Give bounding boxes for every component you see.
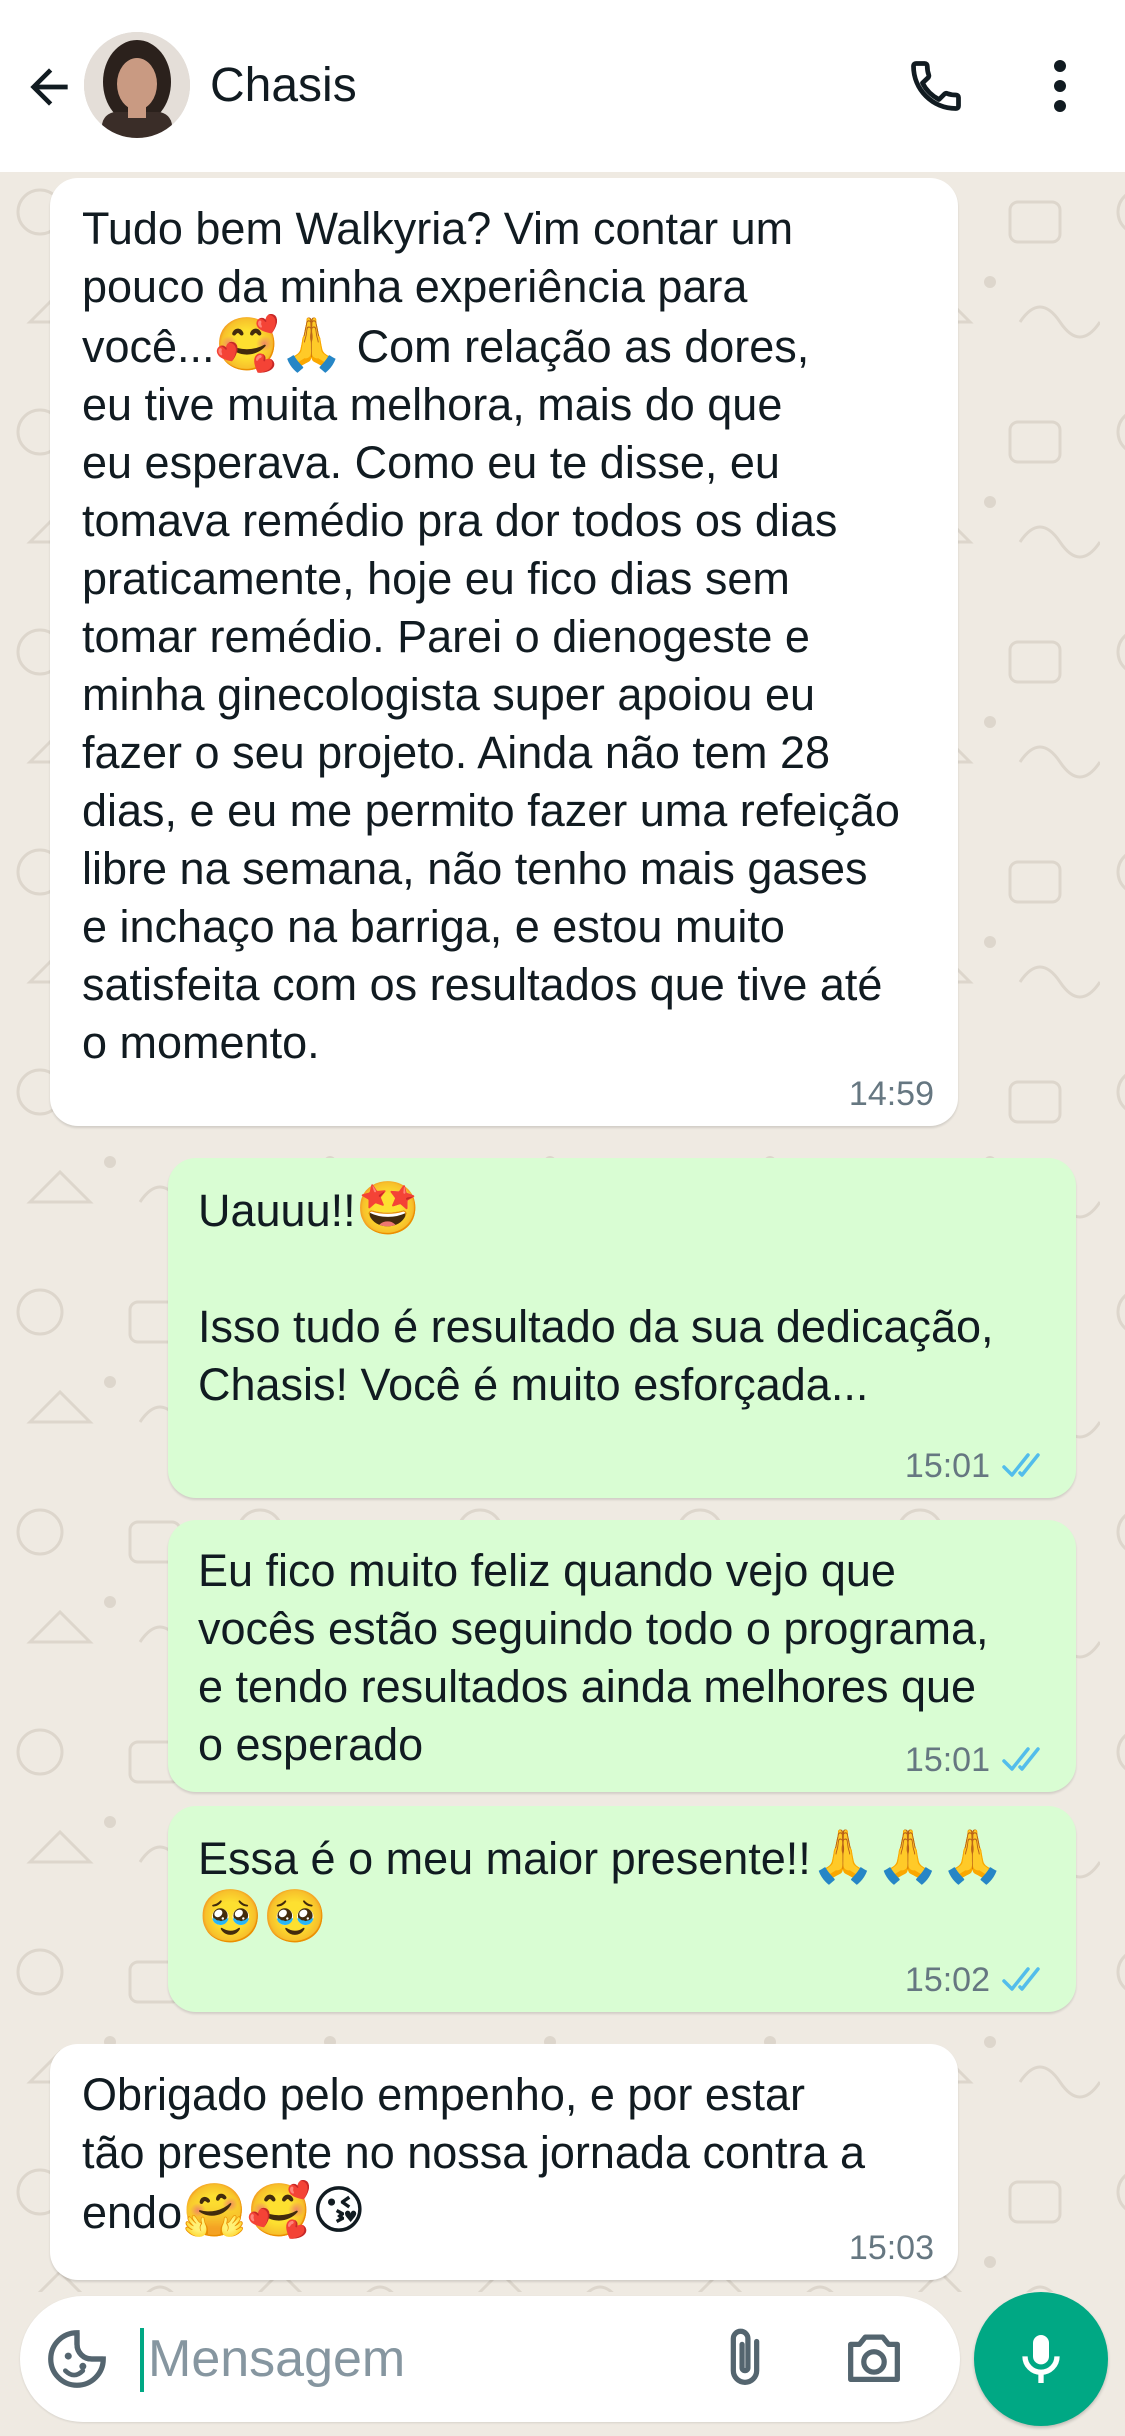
avatar[interactable] — [84, 32, 190, 138]
back-button[interactable] — [14, 52, 84, 122]
double-check-read-icon — [1002, 1745, 1052, 1775]
camera-button[interactable] — [834, 2324, 914, 2394]
double-check-read-icon — [1002, 1965, 1052, 1995]
message-time: 15:03 — [848, 2229, 934, 2267]
message-outgoing[interactable]: Eu fico muito feliz quando vejo que você… — [168, 1520, 1076, 1792]
paperclip-icon — [730, 2328, 760, 2385]
double-check-read-icon — [1002, 1451, 1052, 1481]
voice-record-button[interactable] — [974, 2292, 1108, 2426]
message-list[interactable]: Tudo bem Walkyria? Vim contar um pouco d… — [0, 172, 1125, 2292]
message-time: 15:01 — [904, 1447, 990, 1485]
message-meta: 15:01 — [905, 1446, 1052, 1486]
message-text: Uauuu!!🤩 Isso tudo é resultado da sua de… — [198, 1179, 994, 1410]
emoji: 🤩 — [355, 1179, 421, 1239]
sticker-button[interactable] — [42, 2324, 112, 2394]
message-time: 15:02 — [904, 1961, 990, 1999]
more-options-button[interactable] — [1030, 50, 1090, 122]
composer-bar — [0, 2292, 1125, 2436]
message-text: Essa é o meu maior presente!!🙏🙏🙏 🥹🥹 — [198, 1827, 1006, 1947]
phone-icon — [911, 61, 961, 111]
message-meta: 14:59 — [849, 1074, 934, 1114]
message-composer[interactable] — [20, 2296, 960, 2422]
message-outgoing[interactable]: Uauuu!!🤩 Isso tudo é resultado da sua de… — [168, 1158, 1076, 1498]
message-incoming[interactable]: Tudo bem Walkyria? Vim contar um pouco d… — [50, 178, 958, 1126]
message-meta: 15:01 — [905, 1740, 1052, 1780]
message-outgoing[interactable]: Essa é o meu maior presente!!🙏🙏🙏 🥹🥹 15:0… — [168, 1806, 1076, 2012]
emoji: 🥹🥹 — [198, 1887, 328, 1947]
contact-photo — [84, 32, 190, 138]
chat-header: Chasis — [0, 0, 1125, 172]
camera-icon — [848, 2334, 900, 2383]
sticker-icon — [48, 2330, 106, 2388]
message-incoming[interactable]: Obrigado pelo empenho, e por estar tão p… — [50, 2044, 958, 2280]
emoji: 🤗🥰😘 — [182, 2181, 366, 2241]
message-text: Tudo bem Walkyria? Vim contar um pouco d… — [82, 203, 900, 1068]
message-input[interactable] — [148, 2324, 708, 2394]
message-text: Obrigado pelo empenho, e por estar tão p… — [82, 2069, 866, 2241]
attach-button[interactable] — [710, 2322, 780, 2396]
emoji: 🥰🙏 — [214, 315, 345, 375]
arrow-left-icon — [30, 68, 68, 106]
voice-call-button[interactable] — [900, 50, 972, 122]
microphone-icon — [1022, 2335, 1060, 2383]
text-cursor — [140, 2328, 144, 2392]
contact-name[interactable]: Chasis — [210, 54, 357, 118]
message-time: 14:59 — [848, 1075, 934, 1113]
emoji: 🙏🙏🙏 — [810, 1827, 1006, 1887]
more-vertical-icon — [1054, 60, 1066, 112]
message-meta: 15:02 — [905, 1960, 1052, 2000]
message-time: 15:01 — [904, 1741, 990, 1779]
message-meta: 15:03 — [849, 2228, 934, 2268]
